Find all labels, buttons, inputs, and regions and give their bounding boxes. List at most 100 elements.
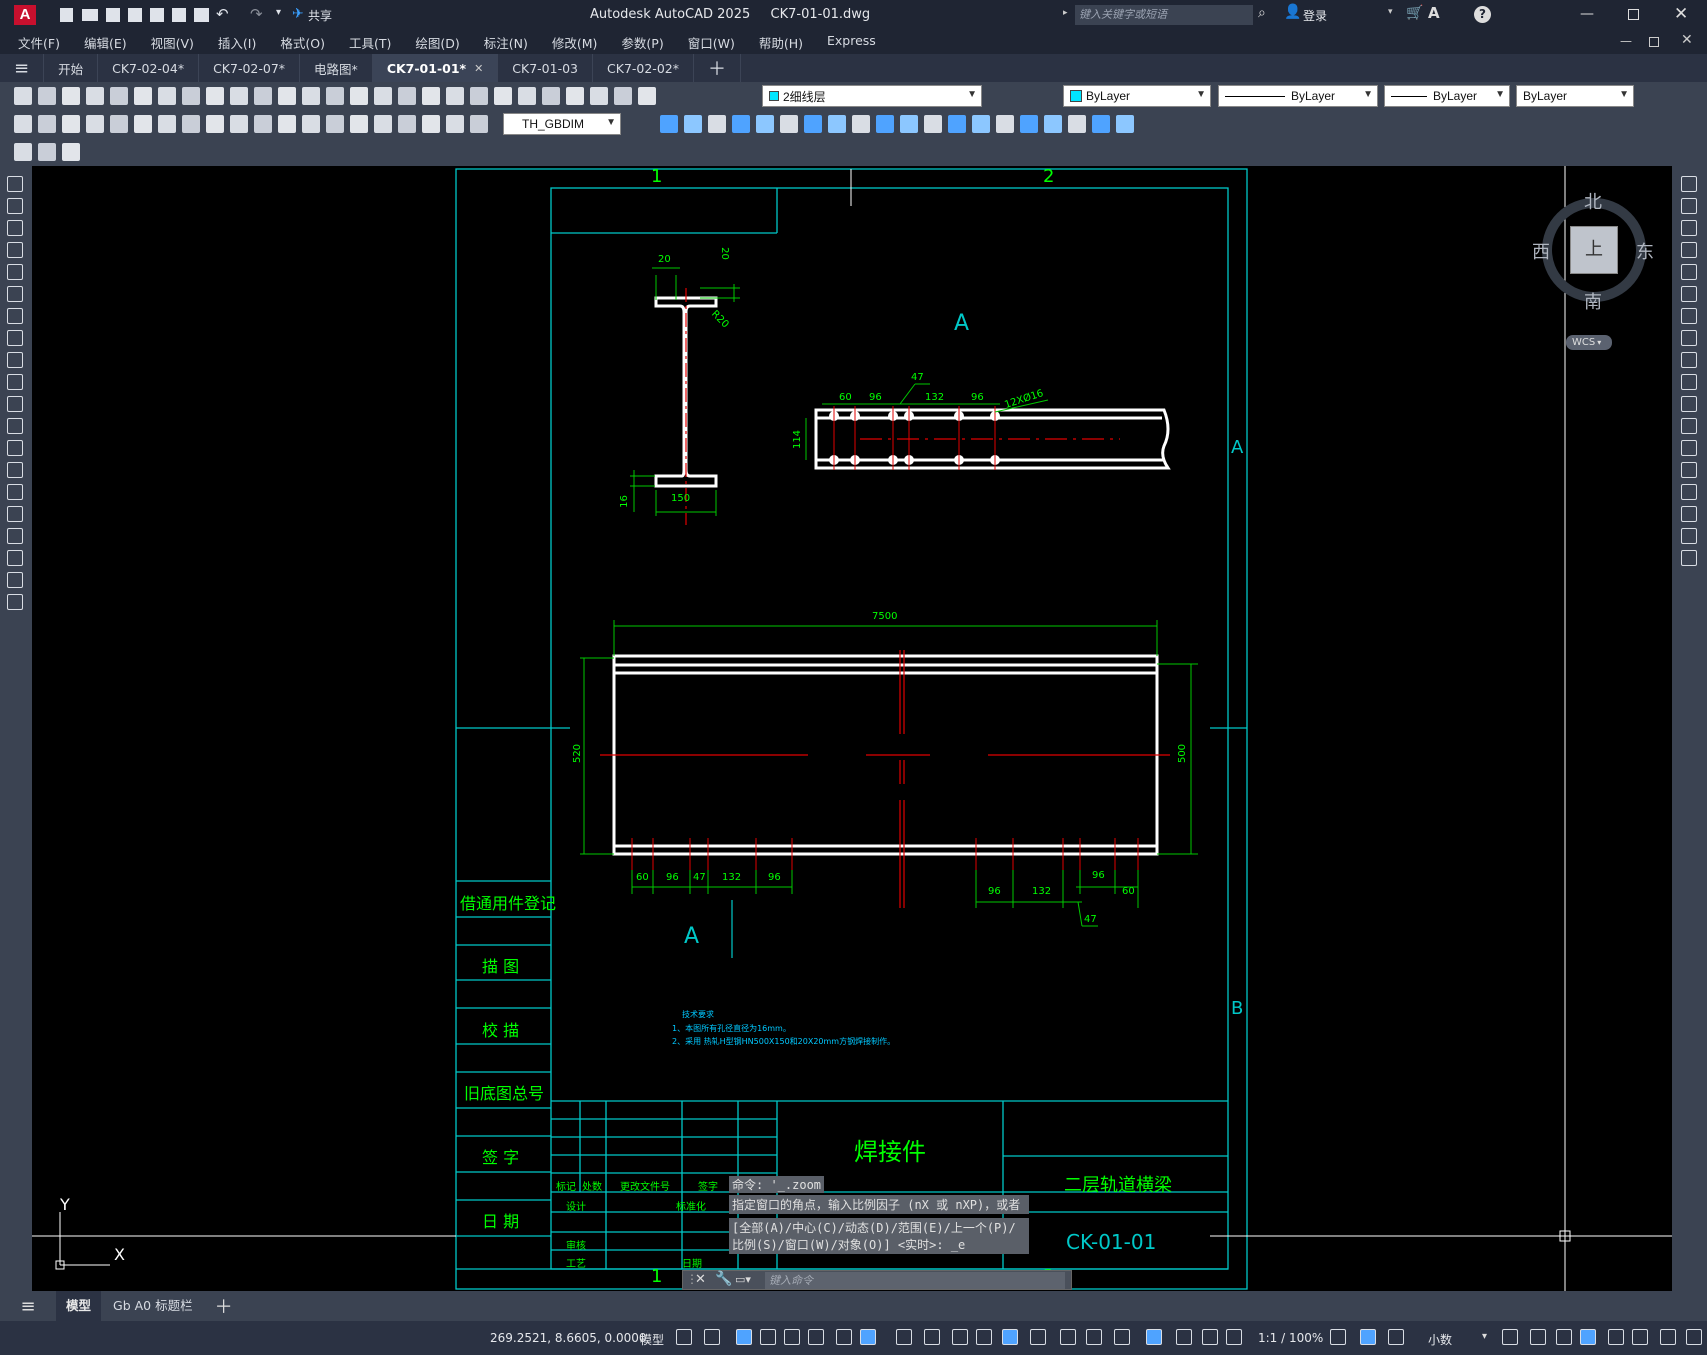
modify-tool-icon-16[interactable] <box>1681 528 1697 544</box>
dim-tool-icon-4[interactable] <box>110 115 128 133</box>
modify-tool-icon-14[interactable] <box>1681 484 1697 500</box>
modify-tool-icon-10[interactable] <box>1681 396 1697 412</box>
view-tool-icon-11[interactable] <box>924 115 942 133</box>
view-tool-icon-14[interactable] <box>996 115 1014 133</box>
std-tool-icon-16[interactable] <box>398 87 416 105</box>
status-toggle-icon-5[interactable] <box>808 1329 824 1345</box>
draw-tool-icon-2[interactable] <box>7 220 23 236</box>
modify-tool-icon-6[interactable] <box>1681 308 1697 324</box>
std-tool-icon-4[interactable] <box>110 87 128 105</box>
view-tool-icon-4[interactable] <box>756 115 774 133</box>
dim-tool-icon-10[interactable] <box>254 115 272 133</box>
status-toggle-icon-15[interactable] <box>1086 1329 1102 1345</box>
status-toggle-icon-19[interactable] <box>1202 1329 1218 1345</box>
status-toggle-icon-3[interactable] <box>760 1329 776 1345</box>
view-tool-icon-8[interactable] <box>852 115 870 133</box>
doc-minimize-icon[interactable]: — <box>1620 34 1632 48</box>
annotation-scale[interactable]: 1:1 / 100% <box>1258 1331 1323 1345</box>
layer-dropdown[interactable]: 2细线层 ▼ <box>762 85 982 107</box>
draw-tool-icon-13[interactable] <box>7 462 23 478</box>
view-tool-icon-12[interactable] <box>948 115 966 133</box>
std-tool-icon-22[interactable] <box>542 87 560 105</box>
dim-tool-icon-3[interactable] <box>86 115 104 133</box>
status-toggle-icon-18[interactable] <box>1176 1329 1192 1345</box>
std-tool-icon-9[interactable] <box>230 87 248 105</box>
menu-item-3[interactable]: 插入(I) <box>206 33 268 52</box>
view-tool-icon-13[interactable] <box>972 115 990 133</box>
status-toggle-icon-29[interactable] <box>1632 1329 1648 1345</box>
plot-icon[interactable] <box>172 8 186 22</box>
modify-tool-icon-8[interactable] <box>1681 352 1697 368</box>
draw-tool-icon-16[interactable] <box>7 528 23 544</box>
status-toggle-icon-27[interactable] <box>1580 1329 1596 1345</box>
autodesk-a360-icon[interactable]: A <box>1428 4 1440 22</box>
dim-tool-icon-12[interactable] <box>302 115 320 133</box>
wcs-dropdown[interactable]: WCS ▾ <box>1566 335 1612 350</box>
status-toggle-icon-20[interactable] <box>1226 1329 1242 1345</box>
draw-tool-icon-0[interactable] <box>7 176 23 192</box>
std-tool-icon-25[interactable] <box>614 87 632 105</box>
status-toggle-icon-11[interactable] <box>976 1329 992 1345</box>
std-tool-icon-1[interactable] <box>38 87 56 105</box>
dim-tool-icon-1[interactable] <box>38 115 56 133</box>
view-tool-icon-15[interactable] <box>1020 115 1038 133</box>
menu-item-1[interactable]: 编辑(E) <box>72 33 139 52</box>
view-tool-icon-2[interactable] <box>708 115 726 133</box>
save-icon[interactable] <box>106 8 120 22</box>
modify-tool-icon-12[interactable] <box>1681 440 1697 456</box>
doc-tab-1[interactable]: CK7-02-04* <box>98 54 200 82</box>
std-tool-icon-2[interactable] <box>62 87 80 105</box>
doc-close-icon[interactable]: ✕ <box>1681 32 1693 48</box>
status-toggle-icon-1[interactable] <box>704 1329 720 1345</box>
status-toggle-icon-6[interactable] <box>836 1329 852 1345</box>
draw-tool-icon-14[interactable] <box>7 484 23 500</box>
draw-tool-icon-9[interactable] <box>7 374 23 390</box>
std-tool-icon-26[interactable] <box>638 87 656 105</box>
view-tool-icon-9[interactable] <box>876 115 894 133</box>
doc-tab-2[interactable]: CK7-02-07* <box>199 54 301 82</box>
status-toggle-icon-26[interactable] <box>1556 1329 1572 1345</box>
status-toggle-icon-10[interactable] <box>952 1329 968 1345</box>
status-toggle-icon-28[interactable] <box>1608 1329 1624 1345</box>
login-button[interactable]: 登录 <box>1303 7 1327 24</box>
std-tool-icon-20[interactable] <box>494 87 512 105</box>
status-toggle-icon-12[interactable] <box>1002 1329 1018 1345</box>
share-button[interactable]: 共享 <box>308 7 332 24</box>
view-tool-icon-19[interactable] <box>1116 115 1134 133</box>
std-tool-icon-23[interactable] <box>566 87 584 105</box>
std-tool-icon-3[interactable] <box>86 87 104 105</box>
viewcube[interactable]: 上 北 南 东 西 <box>1532 188 1656 314</box>
view-tool-icon-0[interactable] <box>660 115 678 133</box>
compass-east[interactable]: 东 <box>1636 238 1654 264</box>
lineweight-dropdown[interactable]: ByLayer ▼ <box>1384 85 1510 107</box>
doc-tab-3[interactable]: 电路图* <box>300 54 373 82</box>
dim-tool-icon-13[interactable] <box>326 115 344 133</box>
modify-tool-icon-3[interactable] <box>1681 242 1697 258</box>
status-toggle-icon-24[interactable] <box>1502 1329 1518 1345</box>
search-input[interactable]: 键入关键字或短语 <box>1075 5 1253 25</box>
modify-tool-icon-1[interactable] <box>1681 198 1697 214</box>
draw-tool-icon-11[interactable] <box>7 418 23 434</box>
close-tab-icon[interactable]: ✕ <box>474 62 483 75</box>
menu-item-6[interactable]: 绘图(D) <box>403 33 471 52</box>
print-icon[interactable] <box>194 8 209 22</box>
std-tool-icon-19[interactable] <box>470 87 488 105</box>
draw-tool-icon-10[interactable] <box>7 396 23 412</box>
status-toggle-icon-14[interactable] <box>1060 1329 1076 1345</box>
view-tool-icon-6[interactable] <box>804 115 822 133</box>
open-icon[interactable] <box>82 9 98 21</box>
save-as-icon[interactable] <box>128 8 142 22</box>
std-tool-icon-17[interactable] <box>422 87 440 105</box>
units-dropdown[interactable]: 小数 <box>1428 1331 1452 1348</box>
drawing-canvas[interactable]: 1 2 1 2 A B A A 20 20 R20 150 16 60 96 4… <box>32 166 1672 1291</box>
std-tool-icon-8[interactable] <box>206 87 224 105</box>
dim-tool-icon-14[interactable] <box>350 115 368 133</box>
status-toggle-icon-8[interactable] <box>896 1329 912 1345</box>
menu-item-4[interactable]: 格式(O) <box>268 33 337 52</box>
modify-tool-icon-4[interactable] <box>1681 264 1697 280</box>
status-toggle-icon-17[interactable] <box>1146 1329 1162 1345</box>
dim-tool-icon-17[interactable] <box>422 115 440 133</box>
compass-south[interactable]: 南 <box>1584 288 1602 314</box>
dim-tool-icon-19[interactable] <box>470 115 488 133</box>
command-input[interactable]: 键入命令 <box>765 1272 1065 1289</box>
